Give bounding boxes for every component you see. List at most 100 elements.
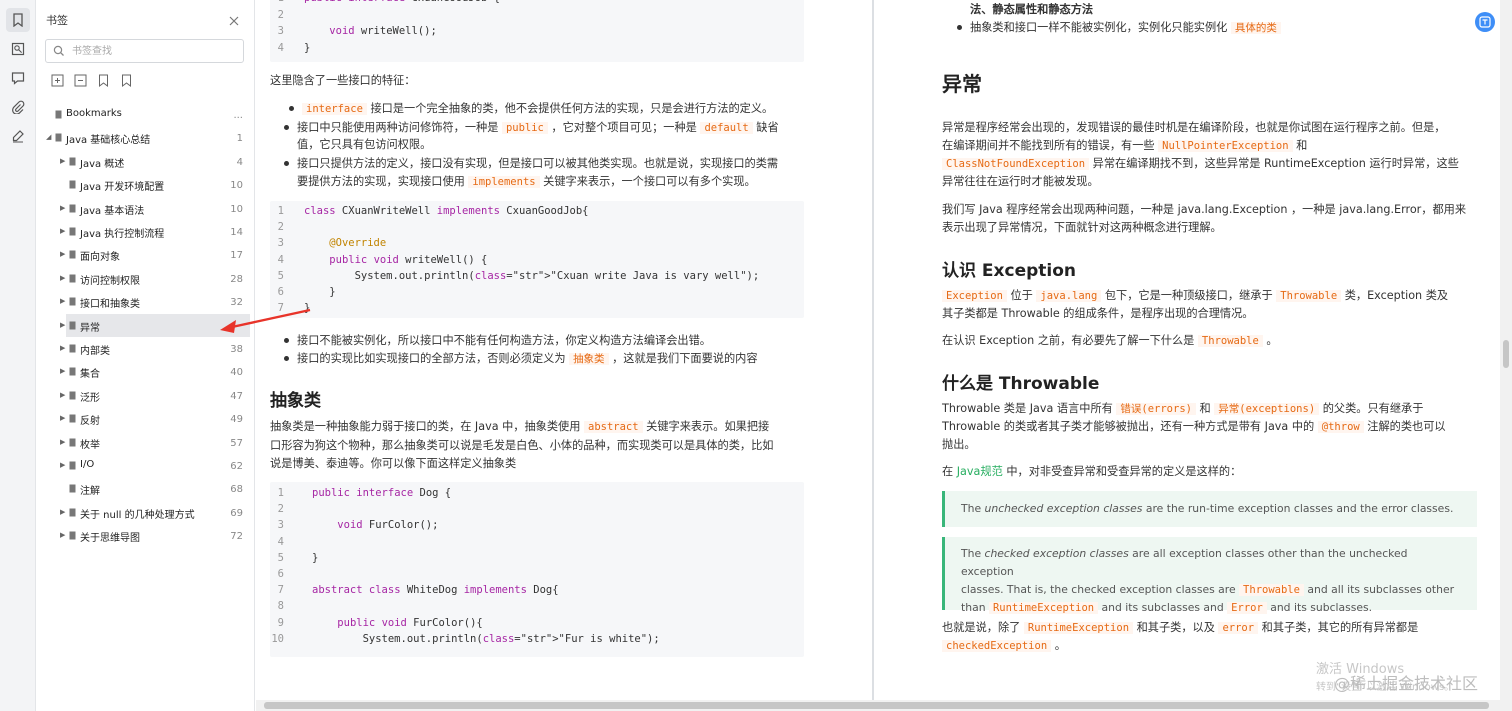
bookmark-page-number: 72: [230, 531, 243, 543]
expand-all-button[interactable]: [50, 73, 64, 87]
code-line: void writeWell();: [329, 25, 437, 37]
bookmark-item[interactable]: ▶ 泛形 47: [36, 384, 255, 407]
paragraph-line: Throwable 的类或者其子类才能够被抛出，还有一种方式是带有 Java 中…: [942, 420, 1446, 433]
bookmark-item[interactable]: ▶ Java 基本语法 10: [36, 197, 255, 220]
paragraph-exception-error: 我们写 Java 程序经常会出现两种问题，一种是 java.lang.Excep…: [942, 203, 1467, 216]
code-line: public void FurColor(){: [337, 616, 483, 629]
paragraph-summary: 也就是说，除了 RuntimeException 和其子类，以及 error 和…: [942, 621, 1419, 634]
code-line-number: 1: [270, 0, 284, 4]
paragraph-java-spec: 在 Java规范 中，对非受查异常和受查异常的定义是这样的：: [942, 465, 1242, 478]
paragraph-throwable: Throwable 类是 Java 语言中所有 错误(errors) 和 异常(…: [942, 402, 1424, 415]
caret-right-icon[interactable]: ▶: [60, 344, 68, 352]
bookmark-panel-button[interactable]: [6, 8, 30, 32]
bookmark-item[interactable]: 注解 68: [36, 477, 255, 500]
close-panel-button[interactable]: [228, 12, 240, 26]
caret-right-icon[interactable]: ▶: [60, 157, 68, 165]
caret-right-icon[interactable]: ▶: [60, 227, 68, 235]
bookmark-icon: [69, 391, 76, 400]
caret-right-icon[interactable]: ▶: [60, 367, 68, 375]
caret-right-icon[interactable]: ▶: [60, 321, 68, 329]
bookmark-page-number: 40: [230, 367, 243, 379]
bullet-item: 接口不能被实例化，所以接口中不能有任何构造方法，你定义构造方法编译会出错。: [284, 334, 711, 347]
bullet-continuation: 值，它只具有包访问权限。: [297, 138, 432, 151]
bookmark-item[interactable]: ▶ 集合 40: [36, 360, 255, 383]
bookmark-item[interactable]: Bookmarks...: [36, 103, 255, 126]
signature-panel-button[interactable]: [6, 124, 30, 148]
bookmark-item[interactable]: ▶ 内部类 38: [36, 337, 255, 360]
add-bookmark-button[interactable]: [96, 73, 110, 87]
bookmark-label: 反射: [80, 416, 100, 428]
caret-right-icon[interactable]: ▶: [60, 414, 68, 422]
bookmark-item[interactable]: ▶ Java 执行控制流程 14: [36, 220, 255, 243]
code-line-number: 5: [277, 269, 284, 282]
code-line: class CXuanWriteWell implements CxuanGoo…: [304, 205, 589, 217]
bookmark-item[interactable]: ▶ I/O 62: [36, 454, 255, 477]
code-line-number: 2: [277, 503, 284, 516]
horizontal-scroll-thumb[interactable]: [264, 702, 1489, 709]
attachment-panel-button[interactable]: [6, 95, 30, 119]
bookmark-page-number: 49: [230, 414, 243, 426]
bookmark-icon: [69, 274, 76, 283]
bookmark-search-input[interactable]: [72, 42, 232, 60]
caret-right-icon[interactable]: ▶: [60, 461, 68, 469]
bookmark-icon: [69, 227, 76, 236]
thumbnail-panel-button[interactable]: [6, 37, 30, 61]
bookmark-page-number: 28: [230, 273, 243, 285]
bookmark-label: 关于 null 的几种处理方式: [80, 509, 195, 521]
bookmark-item[interactable]: ▶ Java 概述 4: [36, 150, 255, 173]
code-line: public interface Dog {: [312, 487, 452, 499]
paragraph-line: 异常往往在运行时才能被发现。: [942, 175, 1099, 188]
code-line-number: 5: [277, 551, 284, 564]
bookmark-item[interactable]: ▶ 关于 null 的几种处理方式 69: [36, 501, 255, 524]
bullet-item: 抽象类和接口一样不能被实例化，实例化只能实例化 具体的类: [957, 19, 1281, 37]
bookmark-item[interactable]: ▶ 面向对象 17: [36, 243, 255, 266]
code-block-abstract: 1 public interface Dog {2 3 void FurColor(…: [270, 482, 804, 657]
bookmark-toolbar: [50, 73, 133, 89]
caret-right-icon[interactable]: ▶: [60, 438, 68, 446]
comment-panel-button[interactable]: [6, 66, 30, 90]
document-page-right: 法、静态属性和静态方法 抽象类和接口一样不能被实例化，实例化只能实例化 具体的类…: [874, 0, 1500, 700]
paragraph-abstract: 抽象类是一种抽象能力弱于接口的类，在 Java 中，抽象类使用 abstract…: [270, 420, 770, 433]
caret-right-icon[interactable]: ▶: [60, 204, 68, 212]
paragraph-abstract-line: 说是博美、泰迪等。你可以像下面这样定义抽象类: [270, 457, 517, 470]
horizontal-scrollbar[interactable]: [256, 700, 1500, 711]
bookmark-label: Bookmarks: [66, 108, 122, 119]
bookmark-label: 面向对象: [80, 252, 120, 264]
vertical-scrollbar[interactable]: [1500, 0, 1512, 711]
vertical-scroll-thumb[interactable]: [1503, 340, 1509, 368]
java-spec-link[interactable]: Java规范: [957, 465, 1003, 478]
bookmark-item[interactable]: ▶ 枚举 57: [36, 431, 255, 454]
bookmark-item[interactable]: ◢ Java 基础核心总结 1: [36, 126, 255, 149]
bookmark-icon: [69, 250, 76, 259]
code-line: @Override: [329, 237, 387, 250]
caret-right-icon[interactable]: ▶: [60, 297, 68, 305]
caret-right-icon[interactable]: ▶: [60, 508, 68, 516]
paragraph-exception: 异常是程序经常会出现的，发现错误的最佳时机是在编译阶段，也就是你试图在运行程序之…: [942, 121, 1446, 134]
bookmark-item[interactable]: ▶ 反射 49: [36, 407, 255, 430]
code-line-number: 1: [277, 487, 284, 499]
site-watermark: @稀土掘金技术社区: [1334, 674, 1479, 693]
caret-right-icon[interactable]: ▶: [60, 250, 68, 258]
delete-bookmark-button[interactable]: [119, 73, 133, 87]
bookmark-item[interactable]: ▶ 关于思维导图 72: [36, 524, 255, 547]
caret-right-icon[interactable]: ▶: [60, 274, 68, 282]
caret-right-icon[interactable]: ▶: [60, 531, 68, 539]
bookmark-item[interactable]: ▶ 访问控制权限 28: [36, 267, 255, 290]
caret-right-icon[interactable]: ▶: [60, 391, 68, 399]
bullet-item: 接口的实现比如实现接口的全部方法，否则必须定义为 抽象类 ，这就是我们下面要说的…: [284, 350, 758, 368]
blockquote-checked: The checked exception classes are all ex…: [942, 537, 1477, 614]
code-line-number: 9: [277, 616, 284, 629]
bookmark-label: 内部类: [80, 346, 110, 357]
bookmark-label: 接口和抽象类: [80, 299, 140, 311]
bookmark-item[interactable]: Java 开发环境配置 10: [36, 173, 255, 196]
paragraph-line: 抛出。: [942, 438, 976, 451]
collapse-all-button[interactable]: [73, 73, 87, 87]
caret-down-icon[interactable]: ◢: [46, 133, 54, 141]
code-line-number: 2: [277, 8, 284, 21]
bullet-continuation: 要提供方法的实现，实现接口使用 implements 关键字来表示，一个接口可以…: [297, 175, 756, 188]
code-line: System.out.println(class="str">"Fur is w…: [312, 632, 660, 645]
heading-what-is-throwable: 什么是 Throwable: [942, 374, 1100, 394]
bookmark-label: 关于思维导图: [80, 533, 140, 545]
paragraph-line: checkedException 。: [942, 637, 1066, 655]
translate-float-button[interactable]: [1475, 12, 1495, 32]
